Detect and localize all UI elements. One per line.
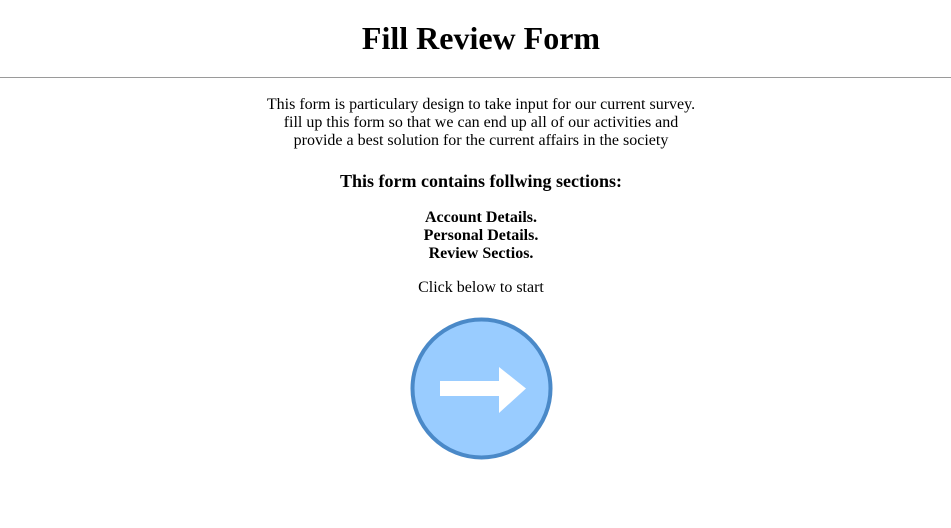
section-item-review-section: Review Sectios. [428,245,534,262]
intro-line: fill up this form so that we can end up … [283,114,679,131]
section-item-personal-details: Personal Details. [423,227,539,244]
page: Fill Review Form This form is particular… [0,0,951,528]
intro-line: provide a best solution for the current … [293,132,669,149]
header-divider [0,77,951,78]
start-prompt: Click below to start [418,279,544,296]
intro-text: This form is particulary design to take … [0,96,951,150]
start-button[interactable] [410,317,553,460]
page-title: Fill Review Form [361,20,601,56]
sections-heading: This form contains follwing sections: [339,171,622,191]
intro-line: This form is particulary design to take … [266,96,696,113]
sections-list: Account Details. Personal Details. Revie… [0,209,951,263]
arrow-right-icon [410,317,553,460]
section-item-account-details: Account Details. [425,209,537,226]
